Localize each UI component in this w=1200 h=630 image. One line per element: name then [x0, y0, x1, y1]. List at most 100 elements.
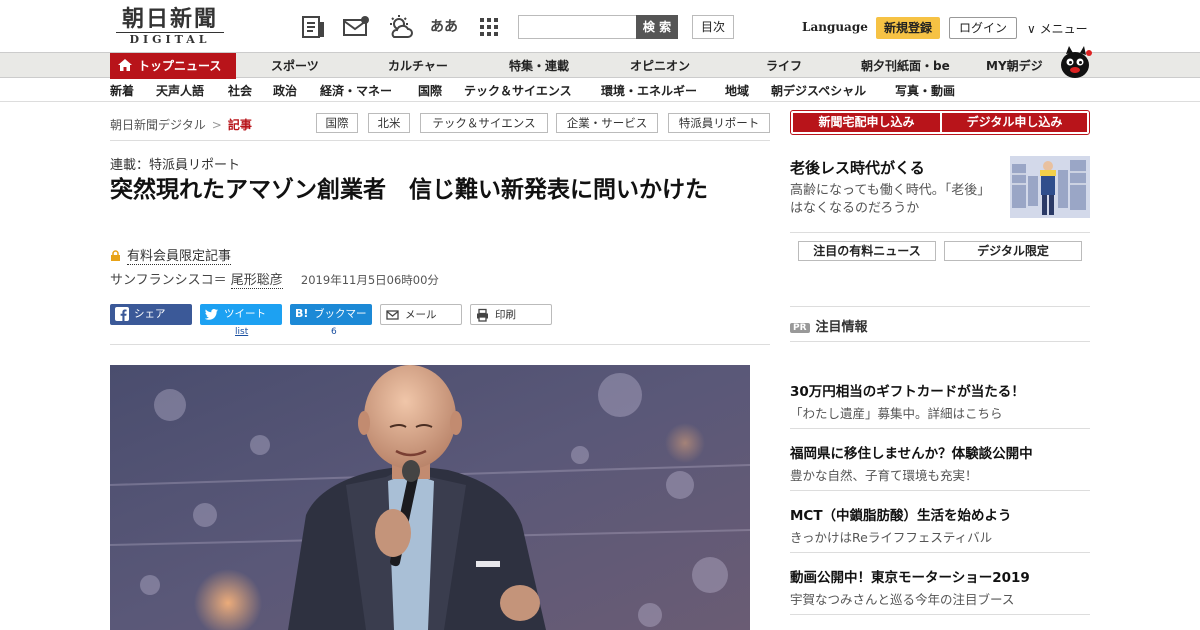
- subnav-environment[interactable]: 環境・エネルギー: [601, 82, 697, 99]
- twitter-share-label: ツイート: [224, 308, 266, 320]
- divider: [110, 140, 770, 141]
- pr-item-title[interactable]: 福岡県に移住しませんか？体験談公開中: [790, 442, 1033, 462]
- digital-subscribe-button[interactable]: デジタル申し込み: [942, 113, 1087, 132]
- table-of-contents-button[interactable]: 目次: [692, 15, 734, 39]
- facebook-share-label: シェア: [134, 308, 166, 320]
- nav-top-news[interactable]: トップニュース: [110, 53, 236, 79]
- weather-icon[interactable]: [386, 14, 414, 40]
- subnav-international[interactable]: 国際: [418, 82, 442, 99]
- divider: [790, 490, 1090, 491]
- print-icon: [477, 308, 488, 322]
- nav-life[interactable]: ライフ: [766, 53, 802, 79]
- paid-member-text[interactable]: 有料会員限定記事: [127, 249, 232, 265]
- menu-button[interactable]: ∨ メニュー: [1027, 20, 1088, 37]
- nav-sports[interactable]: スポーツ: [271, 53, 319, 79]
- print-label: 印刷: [495, 309, 516, 321]
- logo-main-text: 朝日新聞: [121, 6, 218, 32]
- tab-digital-only[interactable]: デジタル限定: [944, 241, 1082, 261]
- nav-paper[interactable]: 朝夕刊紙面・be: [861, 53, 950, 79]
- subnav-politics[interactable]: 政治: [273, 82, 297, 99]
- promo-title[interactable]: 老後レス時代がくる: [790, 157, 925, 178]
- pr-heading-text: 注目情報: [815, 320, 868, 335]
- twitter-list-link[interactable]: list: [235, 327, 248, 337]
- breadcrumb-current: 記事: [227, 118, 252, 132]
- subnav-tensei-jingo[interactable]: 天声人語: [156, 82, 204, 99]
- tag-business[interactable]: 企業・サービス: [556, 113, 658, 133]
- promo-image[interactable]: [1010, 156, 1090, 218]
- search-input[interactable]: [518, 15, 638, 39]
- tab-paid-news[interactable]: 注目の有料ニュース: [798, 241, 936, 261]
- subscribe-box: 新聞宅配申し込み デジタル申し込み: [790, 110, 1090, 135]
- article-photo[interactable]: [110, 365, 750, 630]
- subnav-special[interactable]: 朝デジスペシャル: [771, 82, 866, 99]
- language-link[interactable]: Language: [802, 20, 868, 34]
- breadcrumb: 朝日新聞デジタル > 記事: [110, 116, 252, 133]
- mail-icon: [386, 310, 399, 320]
- tag-correspondent-report[interactable]: 特派員リポート: [668, 113, 770, 133]
- promo-description[interactable]: 高齢になっても働く時代。「老後」はなくなるのだろうか: [790, 182, 1000, 218]
- asahi-logo[interactable]: 朝日新聞 DIGITAL: [110, 6, 230, 46]
- pr-item-desc[interactable]: きっかけはReライフフェスティバル: [790, 527, 992, 546]
- article-title: 突然現れたアマゾン創業者 信じ難い新発表に問いかけた: [110, 177, 708, 203]
- print-button[interactable]: 印刷: [470, 304, 552, 325]
- divider: [790, 341, 1090, 342]
- subnav-economy[interactable]: 経済・マネー: [320, 82, 392, 99]
- envelope-icon[interactable]: [342, 14, 370, 40]
- newspaper-icon[interactable]: [300, 14, 328, 40]
- text-size-label: ああ: [430, 19, 458, 35]
- hatena-bookmark-label: ブックマーク: [314, 308, 367, 341]
- login-button[interactable]: ログイン: [949, 17, 1017, 39]
- divider: [110, 344, 770, 345]
- tag-tech-science[interactable]: テック＆サイエンス: [420, 113, 548, 133]
- home-icon: [118, 59, 132, 71]
- pr-item-desc[interactable]: 宇賀なつみさんと巡る今年の注目ブース: [790, 589, 1014, 608]
- paid-member-label: 有料会員限定記事: [110, 245, 232, 265]
- nav-culture[interactable]: カルチャー: [388, 53, 448, 79]
- facebook-share-button[interactable]: シェア: [110, 304, 192, 325]
- site-header: 朝日新聞 DIGITAL ああ 検 索 目次 Language 新規登録 ログイ…: [0, 0, 1200, 52]
- tag-international[interactable]: 国際: [316, 113, 358, 133]
- pr-item-title[interactable]: MCT（中鎖脂肪酸）生活を始めよう: [790, 504, 1012, 524]
- text-size-icon[interactable]: ああ: [430, 14, 458, 40]
- grid-icon[interactable]: [476, 14, 504, 40]
- mail-share-label: メール: [405, 309, 437, 321]
- subnav-society[interactable]: 社会: [228, 82, 252, 99]
- tag-north-america[interactable]: 北米: [368, 113, 410, 133]
- lock-icon: [111, 250, 120, 261]
- hatena-bookmark-count[interactable]: 6: [331, 327, 337, 337]
- dateline: サンフランシスコ＝ 尾形聡彦 2019年11月5日06時00分: [110, 269, 439, 289]
- breadcrumb-root[interactable]: 朝日新聞デジタル: [110, 118, 206, 132]
- newspaper-subscribe-button[interactable]: 新聞宅配申し込み: [793, 113, 940, 132]
- nav-features[interactable]: 特集・連載: [509, 53, 569, 79]
- author-link[interactable]: 尾形聡彦: [230, 273, 283, 289]
- location: サンフランシスコ＝: [110, 273, 227, 288]
- divider: [790, 552, 1090, 553]
- divider: [790, 306, 1090, 307]
- subnav-tech-science[interactable]: テック＆サイエンス: [464, 82, 572, 99]
- nav-top-news-label: トップニュース: [138, 59, 222, 73]
- pr-item-desc[interactable]: 豊かな自然、子育て環境も充実！: [790, 465, 978, 484]
- divider: [790, 428, 1090, 429]
- twitter-share-button[interactable]: ツイート: [200, 304, 282, 325]
- divider: [790, 614, 1090, 615]
- pr-heading: PR 注目情報: [790, 316, 868, 335]
- publish-date: 2019年11月5日06時00分: [300, 273, 439, 287]
- sub-nav: 新着 天声人語 社会 政治 経済・マネー 国際 テック＆サイエンス 環境・エネル…: [0, 79, 1200, 102]
- search-button[interactable]: 検 索: [636, 15, 678, 39]
- facebook-icon: [115, 307, 129, 321]
- mascot-icon[interactable]: [1056, 45, 1092, 79]
- register-button[interactable]: 新規登録: [876, 17, 940, 39]
- mail-share-button[interactable]: メール: [380, 304, 462, 325]
- logo-sub-text: DIGITAL: [116, 32, 224, 46]
- subnav-photo-video[interactable]: 写真・動画: [895, 82, 955, 99]
- pr-item-title[interactable]: 30万円相当のギフトカードが当たる！: [790, 380, 1025, 400]
- pr-item-desc[interactable]: 「わたし遺産」募集中。詳細はこちら: [790, 403, 1003, 422]
- hatena-bookmark-button[interactable]: B! ブックマーク: [290, 304, 372, 341]
- subnav-latest[interactable]: 新着: [110, 82, 134, 99]
- nav-my-asahi[interactable]: MY朝デジ: [986, 53, 1043, 79]
- hatena-bookmark-icon: B!: [295, 307, 309, 320]
- subnav-region[interactable]: 地域: [725, 82, 749, 99]
- article-series[interactable]: 連載：特派員リポート: [110, 154, 240, 173]
- pr-item-title[interactable]: 動画公開中！東京モーターショー2019: [790, 566, 1030, 586]
- nav-opinion[interactable]: オピニオン: [630, 53, 690, 79]
